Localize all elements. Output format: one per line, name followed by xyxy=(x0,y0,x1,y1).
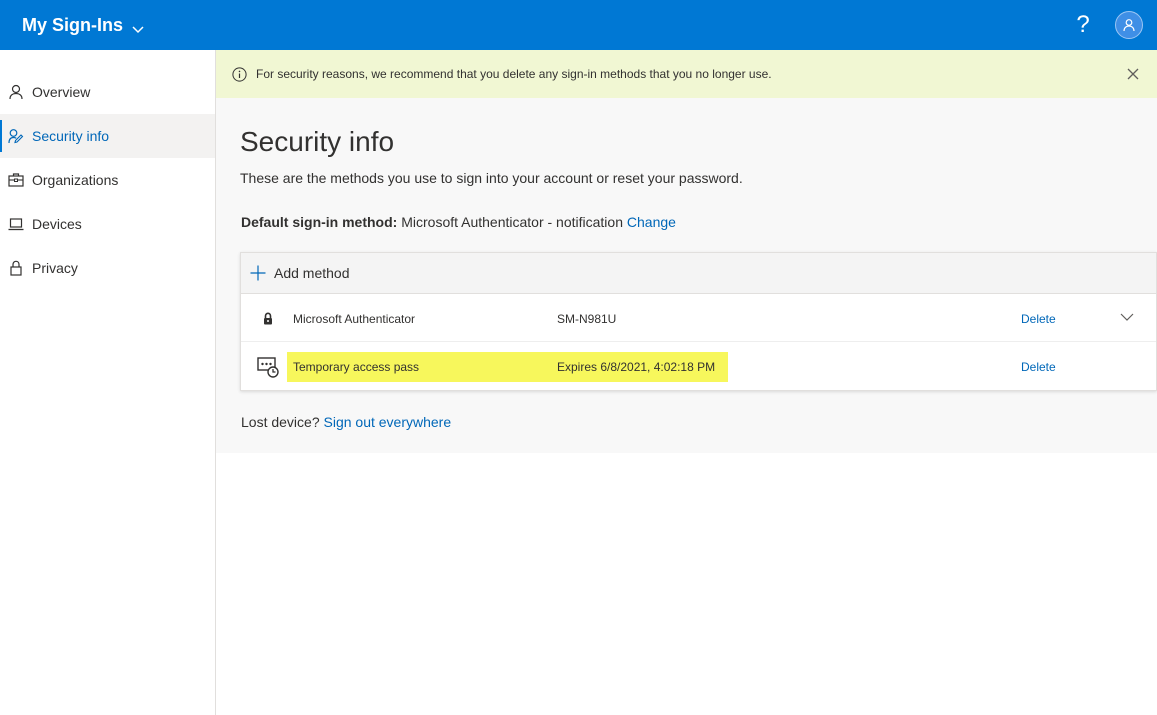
delete-button[interactable]: Delete xyxy=(1021,312,1056,326)
lost-device-text: Lost device? xyxy=(241,414,324,430)
methods-list: Add method Microsoft Authenticator SM-N9… xyxy=(240,252,1157,391)
change-link[interactable]: Change xyxy=(627,214,676,230)
plus-icon xyxy=(250,265,266,281)
add-method-label: Add method xyxy=(274,265,350,281)
method-detail: SM-N981U xyxy=(557,312,617,326)
info-icon xyxy=(232,66,247,82)
add-method-button[interactable]: Add method xyxy=(241,253,1156,294)
close-icon[interactable] xyxy=(1126,67,1140,81)
sidebar-item-label: Privacy xyxy=(32,260,78,276)
sidebar-item-privacy[interactable]: Privacy xyxy=(0,246,215,290)
method-row-authenticator: Microsoft Authenticator SM-N981U Delete xyxy=(241,294,1156,342)
security-banner: For security reasons, we recommend that … xyxy=(216,50,1157,98)
page-subtitle: These are the methods you use to sign in… xyxy=(240,170,743,186)
method-row-temporary-access-pass: Temporary access pass Expires 6/8/2021, … xyxy=(241,342,1156,390)
sidebar-item-label: Organizations xyxy=(32,172,119,188)
top-bar: My Sign-Ins ? xyxy=(0,0,1157,50)
banner-text: For security reasons, we recommend that … xyxy=(256,67,772,81)
authenticator-lock-icon xyxy=(257,308,279,330)
lock-icon xyxy=(8,260,24,276)
app-switcher[interactable]: My Sign-Ins xyxy=(22,15,144,36)
sidebar-item-label: Devices xyxy=(32,216,82,232)
method-name: Microsoft Authenticator xyxy=(293,312,416,326)
temporary-pass-icon xyxy=(257,356,279,378)
person-icon xyxy=(1123,19,1135,32)
chevron-down-icon xyxy=(132,19,144,34)
help-icon[interactable]: ? xyxy=(1071,13,1095,37)
default-method-value: Microsoft Authenticator - notification xyxy=(397,214,627,230)
page-title: Security info xyxy=(240,126,395,157)
avatar[interactable] xyxy=(1115,11,1143,39)
sidebar-item-label: Security info xyxy=(32,128,110,144)
main-content: Security info These are the methods you … xyxy=(216,98,1157,453)
lost-device-line: Lost device? Sign out everywhere xyxy=(241,414,451,430)
default-sign-in-method: Default sign-in method: Microsoft Authen… xyxy=(241,214,676,230)
laptop-icon xyxy=(8,216,24,232)
sidebar-item-label: Overview xyxy=(32,84,91,100)
delete-button[interactable]: Delete xyxy=(1021,360,1056,374)
sidebar-item-organizations[interactable]: Organizations xyxy=(0,158,215,202)
sidebar-item-overview[interactable]: Overview xyxy=(0,70,215,114)
sidebar-item-devices[interactable]: Devices xyxy=(0,202,215,246)
chevron-down-icon[interactable] xyxy=(1120,312,1134,322)
security-key-icon xyxy=(8,128,24,144)
app-title: My Sign-Ins xyxy=(22,14,124,35)
sidebar: Overview Security info Organizations Dev… xyxy=(0,50,216,715)
default-method-label: Default sign-in method: xyxy=(241,214,398,230)
method-detail: Expires 6/8/2021, 4:02:18 PM xyxy=(557,360,716,374)
person-icon xyxy=(8,84,24,100)
briefcase-icon xyxy=(8,172,24,188)
sign-out-everywhere-link[interactable]: Sign out everywhere xyxy=(324,414,452,430)
method-name: Temporary access pass xyxy=(293,360,420,374)
sidebar-item-security-info[interactable]: Security info xyxy=(0,114,215,158)
